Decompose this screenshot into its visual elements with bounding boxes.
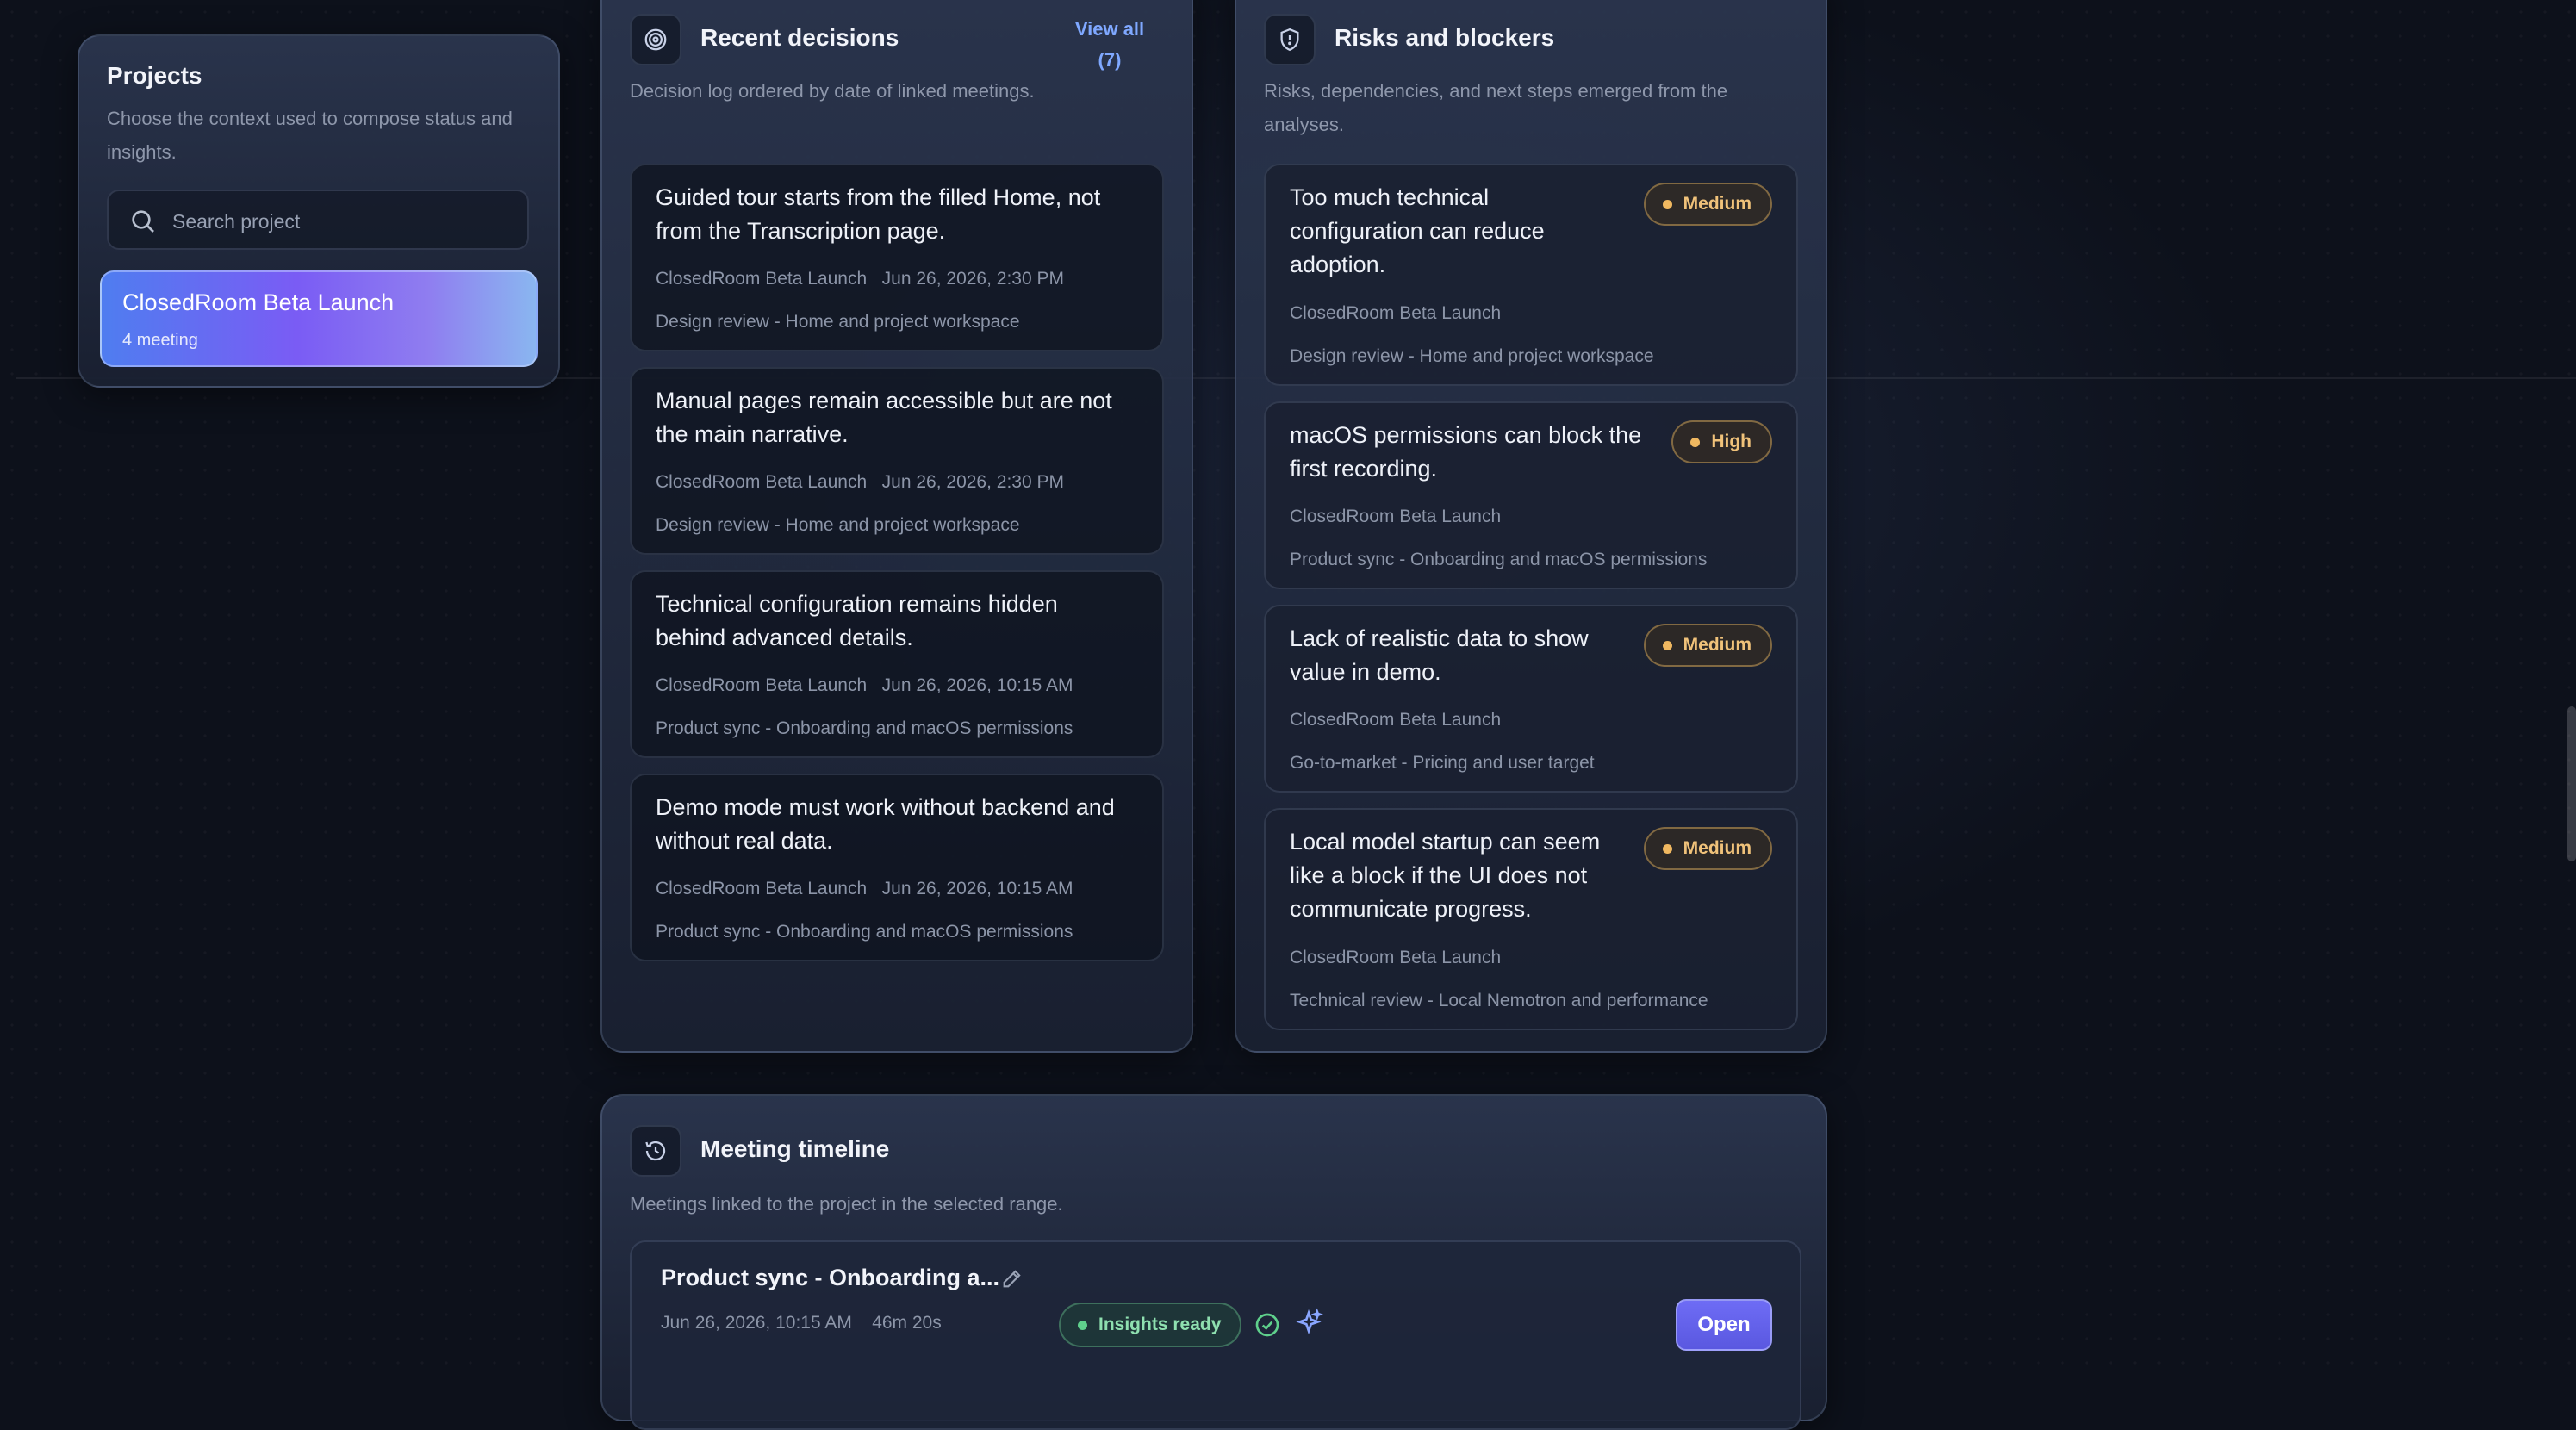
scrollbar-thumb[interactable] [2567, 706, 2576, 861]
decision-card[interactable]: Guided tour starts from the filled Home,… [630, 164, 1164, 351]
decisions-title: Recent decisions [700, 24, 899, 51]
decision-card[interactable]: Demo mode must work without backend and … [630, 774, 1164, 961]
search-input[interactable] [171, 202, 510, 241]
meeting-meta: Jun 26, 2026, 10:15 AM 46m 20s [661, 1313, 942, 1334]
decision-project: ClosedRoom Beta Launch [656, 472, 868, 492]
severity-badge: Medium [1643, 827, 1772, 870]
risk-card[interactable]: macOS permissions can block the first re… [1264, 401, 1798, 589]
timeline-title: Meeting timeline [700, 1135, 890, 1162]
decision-date: Jun 26, 2026, 2:30 PM [881, 472, 1064, 492]
decision-meta: ClosedRoom Beta Launch Jun 26, 2026, 10:… [656, 675, 1073, 696]
risk-title: Lack of realistic data to show value in … [1290, 625, 1589, 685]
risks-icon-box [1264, 14, 1316, 65]
risk-project: ClosedRoom Beta Launch [1290, 948, 1502, 967]
project-meeting-count: 4 meeting [122, 331, 198, 350]
severity-label: Medium [1683, 838, 1752, 858]
decision-meeting: Product sync - Onboarding and macOS perm… [656, 922, 1073, 942]
view-all-count: (7) [1098, 49, 1122, 71]
search-icon [132, 210, 154, 233]
open-meeting-button[interactable]: Open [1676, 1299, 1772, 1351]
search-box[interactable] [107, 190, 529, 250]
decision-project: ClosedRoom Beta Launch [656, 879, 868, 898]
meeting-timeline-panel: Meeting timeline Meetings linked to the … [600, 1094, 1827, 1430]
risk-project: ClosedRoom Beta Launch [1290, 507, 1502, 526]
risk-card[interactable]: Lack of realistic data to show value in … [1264, 605, 1798, 793]
risks-subtitle: Risks, dependencies, and next steps emer… [1264, 80, 1728, 135]
risks-blockers-panel: Risks and blockers Risks, dependencies, … [1235, 0, 1827, 1053]
status-dot [1078, 1321, 1087, 1330]
severity-dot [1662, 641, 1672, 650]
projects-subtitle: Choose the context used to compose statu… [107, 108, 513, 163]
decision-meta: ClosedRoom Beta Launch Jun 26, 2026, 2:3… [656, 472, 1064, 493]
decisions-icon-box [630, 14, 681, 65]
meeting-title: Product sync - Onboarding a... [661, 1265, 1000, 1290]
check-circle-icon [1255, 1313, 1279, 1337]
severity-dot [1690, 438, 1701, 447]
severity-label: Medium [1683, 635, 1752, 655]
target-icon [644, 28, 667, 51]
risk-card[interactable]: Too much technical configuration can red… [1264, 164, 1798, 386]
risks-title: Risks and blockers [1335, 24, 1555, 51]
risk-title: Local model startup can seem like a bloc… [1290, 829, 1601, 922]
decision-card[interactable]: Manual pages remain accessible but are n… [630, 367, 1164, 555]
project-name: ClosedRoom Beta Launch [122, 289, 395, 315]
meeting-row[interactable]: Product sync - Onboarding a... Jun 26, 2… [630, 1240, 1801, 1430]
severity-badge: High [1671, 420, 1772, 463]
view-all-decisions-link[interactable]: View all (7) [1062, 14, 1157, 76]
decision-title: Technical configuration remains hidden b… [656, 591, 1058, 650]
decision-meeting: Design review - Home and project workspa… [656, 312, 1020, 332]
severity-label: Medium [1683, 194, 1752, 214]
decision-meta: ClosedRoom Beta Launch Jun 26, 2026, 10:… [656, 879, 1073, 899]
history-icon [645, 1141, 666, 1161]
decision-date: Jun 26, 2026, 2:30 PM [881, 269, 1064, 289]
status-badge: Insights ready [1059, 1303, 1242, 1347]
decision-meeting: Product sync - Onboarding and macOS perm… [656, 718, 1073, 738]
timeline-subtitle: Meetings linked to the project in the se… [630, 1193, 1063, 1215]
decision-meta: ClosedRoom Beta Launch Jun 26, 2026, 2:3… [656, 269, 1064, 289]
decision-title: Manual pages remain accessible but are n… [656, 388, 1112, 447]
severity-label: High [1711, 432, 1752, 451]
decisions-subtitle: Decision log ordered by date of linked m… [630, 80, 1035, 102]
status-label: Insights ready [1098, 1315, 1222, 1334]
decision-title: Guided tour starts from the filled Home,… [656, 184, 1101, 244]
view-all-label: View all [1074, 18, 1145, 40]
edit-icon[interactable] [1000, 1266, 1024, 1290]
severity-badge: Medium [1643, 624, 1772, 667]
decision-date: Jun 26, 2026, 10:15 AM [881, 879, 1073, 898]
recent-decisions-panel: Recent decisions Decision log ordered by… [600, 0, 1193, 1053]
meeting-duration: 46m 20s [872, 1313, 942, 1333]
decision-project: ClosedRoom Beta Launch [656, 675, 868, 695]
severity-dot [1662, 200, 1672, 209]
severity-dot [1662, 844, 1672, 854]
decision-project: ClosedRoom Beta Launch [656, 269, 868, 289]
risk-meeting: Product sync - Onboarding and macOS perm… [1290, 550, 1708, 569]
risk-meeting: Go-to-market - Pricing and user target [1290, 753, 1595, 773]
risk-card[interactable]: Local model startup can seem like a bloc… [1264, 808, 1798, 1030]
project-item-selected[interactable]: ClosedRoom Beta Launch 4 meeting [100, 270, 538, 367]
decision-meeting: Design review - Home and project workspa… [656, 515, 1020, 535]
projects-title: Projects [107, 62, 202, 89]
decision-date: Jun 26, 2026, 10:15 AM [881, 675, 1073, 695]
risk-title: Too much technical configuration can red… [1290, 184, 1545, 277]
shield-icon [1280, 28, 1299, 52]
projects-panel: Projects Choose the context used to comp… [78, 34, 560, 388]
risk-project: ClosedRoom Beta Launch [1290, 710, 1502, 730]
risk-project: ClosedRoom Beta Launch [1290, 303, 1502, 323]
risk-meeting: Technical review - Local Nemotron and pe… [1290, 991, 1708, 1010]
timeline-icon-box [630, 1125, 681, 1177]
decision-card[interactable]: Technical configuration remains hidden b… [630, 570, 1164, 758]
meeting-date: Jun 26, 2026, 10:15 AM [661, 1313, 852, 1333]
sparkles-icon [1296, 1308, 1323, 1335]
decision-title: Demo mode must work without backend and … [656, 794, 1115, 854]
risk-title: macOS permissions can block the first re… [1290, 422, 1642, 482]
severity-badge: Medium [1643, 183, 1772, 226]
risk-meeting: Design review - Home and project workspa… [1290, 346, 1654, 366]
